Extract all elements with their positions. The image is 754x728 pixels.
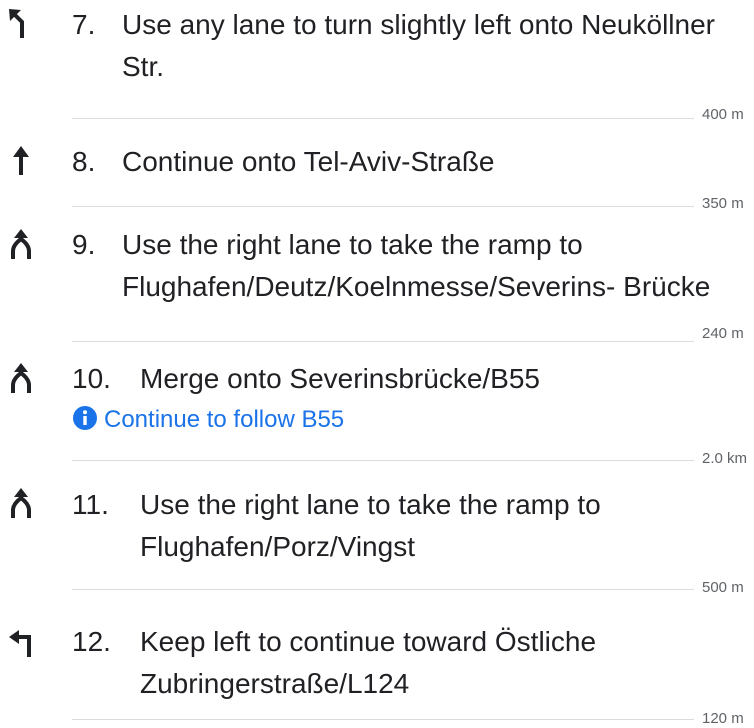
step-number: 8. [72,146,96,177]
keep-left-icon [8,627,34,657]
step-number: 10. [72,363,111,394]
step-distance: 2.0 km [702,450,748,467]
step-divider [72,118,694,119]
step-distance: 400 m [702,106,744,123]
step-instruction: Use any lane to turn slightly left onto … [122,9,715,40]
step-divider [72,719,694,720]
step-divider [72,206,694,207]
follow-road-note[interactable]: Continue to follow B55 [72,404,344,436]
step-distance: 350 m [702,195,744,212]
step-instruction: Merge onto Severinsbrücke/B55 [140,363,540,394]
step-divider [72,589,694,590]
step-instruction: Continue onto Tel-Aviv-Straße [122,146,495,177]
step-number: 9. [72,229,96,260]
step-instruction: Zubringerstraße/L124 [140,668,410,699]
step-divider [72,460,694,461]
step-number: 11. [72,489,109,520]
step-distance: 500 m [702,579,744,596]
directions-step-list: 7. Use any lane to turn slightly left ont… [0,0,754,728]
info-icon [72,405,98,440]
step-number: 7. [72,9,96,40]
step-instruction: Str. [122,51,165,82]
step-instruction: Flughafen/Porz/Vingst [140,531,415,562]
merge-icon [8,363,34,393]
turn-slight-left-icon [8,8,34,38]
step-instruction: Flughafen/Deutz/Koelnmesse/Severins- Brü… [122,271,711,302]
note-text: Continue to follow B55 [104,406,345,433]
step-instruction: Use the right lane to take the ramp to [122,229,583,260]
straight-arrow-icon [8,145,34,175]
ramp-right-icon [8,488,34,518]
step-instruction: Keep left to continue toward Östliche [140,626,597,657]
step-distance: 120 m [702,710,744,727]
step-divider [72,341,694,342]
step-distance: 240 m [702,325,744,342]
ramp-right-icon [8,229,34,259]
step-number: 12. [72,626,111,657]
step-instruction: Use the right lane to take the ramp to [140,489,601,520]
